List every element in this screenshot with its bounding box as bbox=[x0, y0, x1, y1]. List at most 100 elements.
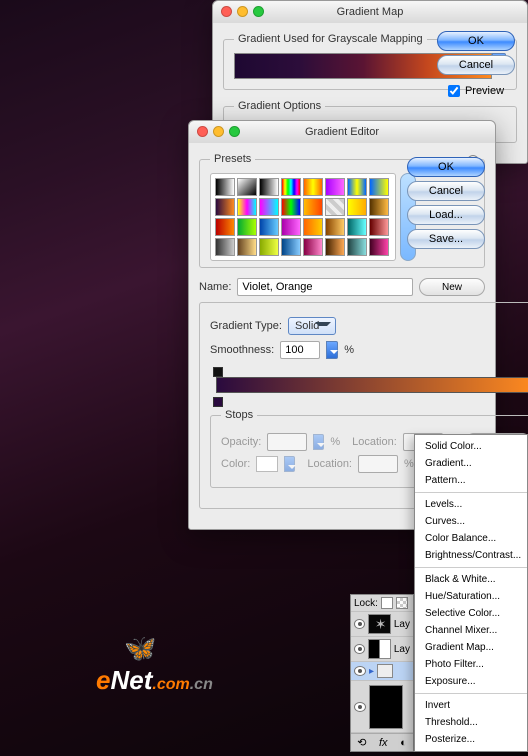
minimize-icon[interactable] bbox=[213, 126, 224, 137]
zoom-icon[interactable] bbox=[229, 126, 240, 137]
save-button[interactable]: Save... bbox=[407, 229, 485, 249]
preset-swatch[interactable] bbox=[237, 218, 257, 236]
preset-swatch[interactable] bbox=[281, 238, 301, 256]
preset-swatch[interactable] bbox=[259, 218, 279, 236]
lock-pixels-icon[interactable] bbox=[396, 597, 408, 609]
menu-item[interactable]: Gradient... bbox=[415, 455, 527, 472]
ok-button[interactable]: OK bbox=[437, 31, 515, 51]
cancel-button[interactable]: Cancel bbox=[437, 55, 515, 75]
menu-item[interactable]: Solid Color... bbox=[415, 438, 527, 455]
preset-swatch[interactable] bbox=[303, 198, 323, 216]
preset-swatch[interactable] bbox=[281, 218, 301, 236]
preset-swatch[interactable] bbox=[259, 238, 279, 256]
menu-item[interactable]: Posterize... bbox=[415, 731, 527, 748]
preset-swatch[interactable] bbox=[281, 198, 301, 216]
menu-item[interactable]: Selective Color... bbox=[415, 605, 527, 622]
preset-swatch[interactable] bbox=[215, 178, 235, 196]
layer-row[interactable] bbox=[351, 681, 413, 733]
type-label: Gradient Type: bbox=[210, 320, 282, 332]
preset-swatch[interactable] bbox=[369, 218, 389, 236]
preset-swatch[interactable] bbox=[237, 238, 257, 256]
layer-row[interactable]: Lay bbox=[351, 612, 413, 637]
preset-swatch[interactable] bbox=[347, 198, 367, 216]
menu-item[interactable]: Levels... bbox=[415, 496, 527, 513]
preset-swatch[interactable] bbox=[325, 218, 345, 236]
opacity-label: Opacity: bbox=[221, 436, 261, 448]
preset-swatch[interactable] bbox=[237, 198, 257, 216]
preset-swatch[interactable] bbox=[215, 198, 235, 216]
menu-item[interactable]: Gradient Map... bbox=[415, 639, 527, 656]
lock-transparency-icon[interactable] bbox=[381, 597, 393, 609]
preset-swatch[interactable] bbox=[215, 218, 235, 236]
butterfly-icon: 🦋 bbox=[124, 633, 156, 664]
preset-swatch[interactable] bbox=[259, 198, 279, 216]
editor-title: Gradient Editor bbox=[305, 126, 379, 138]
menu-item[interactable]: Channel Mixer... bbox=[415, 622, 527, 639]
type-select[interactable]: Solid bbox=[288, 317, 336, 335]
layer-row[interactable]: Lay bbox=[351, 637, 413, 662]
gradient-map-titlebar[interactable]: Gradient Map bbox=[213, 1, 527, 23]
preset-swatch[interactable] bbox=[347, 238, 367, 256]
load-button[interactable]: Load... bbox=[407, 205, 485, 225]
preset-swatch[interactable] bbox=[369, 198, 389, 216]
menu-item[interactable]: Exposure... bbox=[415, 673, 527, 690]
preset-swatch[interactable] bbox=[281, 178, 301, 196]
editor-ok-button[interactable]: OK bbox=[407, 157, 485, 177]
color-stop-left[interactable] bbox=[213, 397, 223, 407]
name-label: Name: bbox=[199, 281, 231, 293]
menu-item[interactable]: Threshold... bbox=[415, 714, 527, 731]
close-icon[interactable] bbox=[197, 126, 208, 137]
menu-item[interactable]: Curves... bbox=[415, 513, 527, 530]
preset-swatch[interactable] bbox=[325, 198, 345, 216]
preset-swatch[interactable] bbox=[303, 238, 323, 256]
layer-thumb[interactable] bbox=[368, 614, 391, 634]
new-button[interactable]: New bbox=[419, 278, 485, 296]
preset-swatch[interactable] bbox=[369, 238, 389, 256]
watermark: eNet.com.cn bbox=[96, 665, 213, 696]
preset-swatch[interactable] bbox=[259, 178, 279, 196]
folder-icon[interactable] bbox=[377, 664, 393, 678]
minimize-icon[interactable] bbox=[237, 6, 248, 17]
link-icon[interactable]: ⟲ bbox=[357, 736, 366, 749]
smoothness-input[interactable] bbox=[280, 341, 320, 359]
menu-item[interactable]: Brightness/Contrast... bbox=[415, 547, 527, 564]
preset-swatch[interactable] bbox=[303, 178, 323, 196]
adjustment-thumb[interactable] bbox=[368, 639, 391, 659]
preview-input[interactable] bbox=[448, 85, 460, 97]
fx-icon[interactable]: fx bbox=[379, 737, 388, 749]
name-input[interactable] bbox=[237, 278, 413, 296]
background-thumb[interactable] bbox=[369, 685, 403, 729]
smoothness-dropdown-icon[interactable] bbox=[326, 341, 338, 359]
opacity-input bbox=[267, 433, 307, 451]
visibility-icon[interactable] bbox=[354, 644, 365, 654]
visibility-icon[interactable] bbox=[354, 666, 366, 676]
layer-name: Lay bbox=[394, 619, 410, 630]
visibility-icon[interactable] bbox=[354, 702, 366, 712]
opacity-stop-left[interactable] bbox=[213, 367, 223, 377]
editor-titlebar[interactable]: Gradient Editor bbox=[189, 121, 495, 143]
preset-swatch[interactable] bbox=[325, 238, 345, 256]
preset-swatch[interactable] bbox=[215, 238, 235, 256]
menu-item[interactable]: Hue/Saturation... bbox=[415, 588, 527, 605]
preview-checkbox[interactable]: Preview bbox=[437, 85, 515, 97]
preset-swatch[interactable] bbox=[303, 218, 323, 236]
gradient-bar[interactable] bbox=[210, 367, 528, 407]
layer-row-selected[interactable]: ▸ bbox=[351, 662, 413, 681]
visibility-icon[interactable] bbox=[354, 619, 365, 629]
color-label: Color: bbox=[221, 458, 250, 470]
editor-cancel-button[interactable]: Cancel bbox=[407, 181, 485, 201]
mask-icon[interactable]: ◐ bbox=[400, 737, 407, 749]
location-label: Location: bbox=[352, 436, 397, 448]
preset-swatch[interactable] bbox=[347, 218, 367, 236]
preset-swatch[interactable] bbox=[237, 178, 257, 196]
menu-item[interactable]: Pattern... bbox=[415, 472, 527, 489]
close-icon[interactable] bbox=[221, 6, 232, 17]
preset-swatch[interactable] bbox=[347, 178, 367, 196]
menu-item[interactable]: Photo Filter... bbox=[415, 656, 527, 673]
menu-item[interactable]: Color Balance... bbox=[415, 530, 527, 547]
menu-item[interactable]: Black & White... bbox=[415, 571, 527, 588]
zoom-icon[interactable] bbox=[253, 6, 264, 17]
preset-swatch[interactable] bbox=[369, 178, 389, 196]
preset-swatch[interactable] bbox=[325, 178, 345, 196]
menu-item[interactable]: Invert bbox=[415, 697, 527, 714]
